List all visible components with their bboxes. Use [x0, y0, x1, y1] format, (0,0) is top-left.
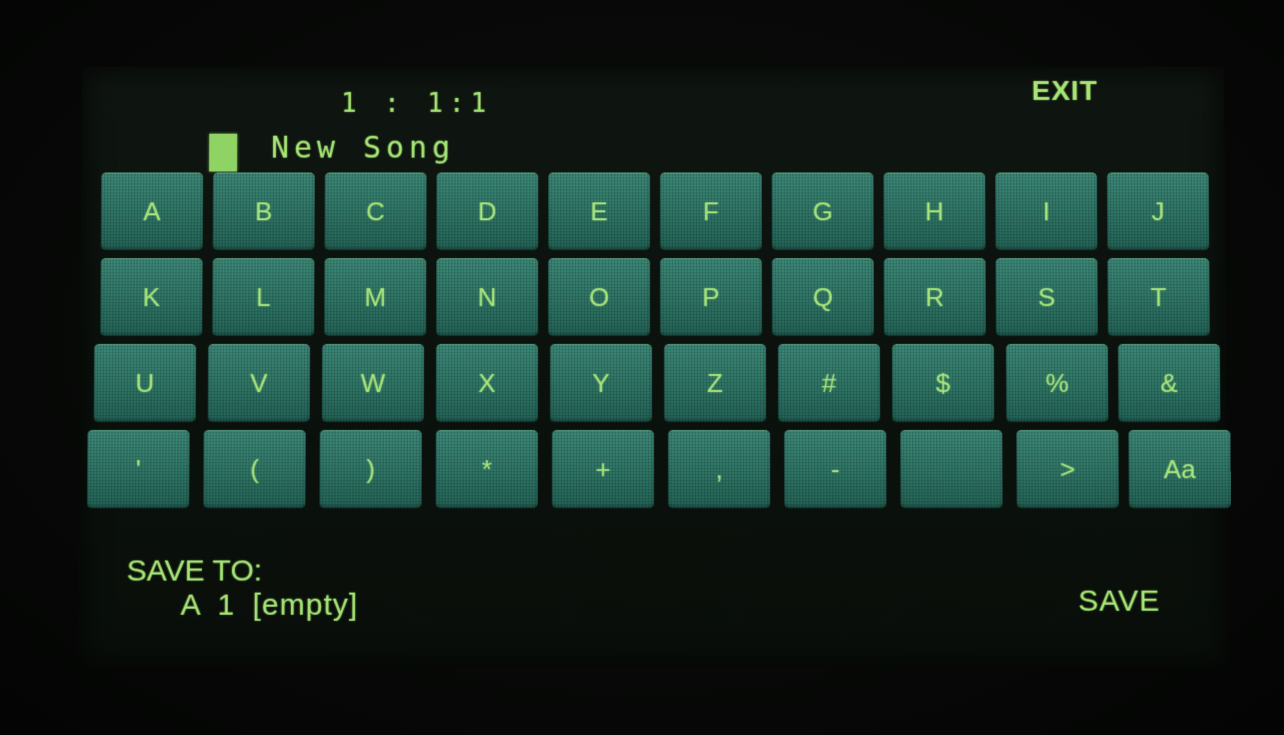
key-a[interactable]: A [101, 172, 203, 250]
keyboard-row-3: U V W X Y Z # $ % & [100, 344, 1211, 422]
key-greater-than[interactable]: > [1016, 430, 1119, 508]
key-hash[interactable]: # [778, 344, 880, 422]
key-l[interactable]: L [212, 258, 314, 336]
on-screen-keyboard: A B C D E F G H I J K L M N O P Q R S T … [99, 172, 1211, 512]
text-cursor [209, 134, 237, 172]
key-j[interactable]: J [1107, 172, 1209, 250]
key-r[interactable]: R [884, 258, 986, 336]
key-plus[interactable]: + [552, 430, 654, 508]
key-q[interactable]: Q [772, 258, 874, 336]
key-p[interactable]: P [660, 258, 762, 336]
key-y[interactable]: Y [550, 344, 652, 422]
exit-button[interactable]: EXIT [1032, 75, 1098, 107]
key-s[interactable]: S [996, 258, 1098, 336]
key-z[interactable]: Z [664, 344, 766, 422]
key-space[interactable] [900, 430, 1002, 508]
key-v[interactable]: V [208, 344, 310, 422]
key-w[interactable]: W [322, 344, 424, 422]
key-percent[interactable]: % [1006, 344, 1108, 422]
key-d[interactable]: D [436, 172, 538, 250]
song-position-readout: 1 : 1:1 [341, 89, 492, 119]
save-to-label: SAVE TO: [127, 554, 263, 588]
key-k[interactable]: K [100, 258, 202, 336]
key-open-paren[interactable]: ( [203, 430, 306, 508]
key-case-toggle[interactable]: Aa [1128, 430, 1231, 508]
key-x[interactable]: X [436, 344, 538, 422]
key-n[interactable]: N [436, 258, 538, 336]
key-g[interactable]: G [772, 172, 874, 250]
key-h[interactable]: H [883, 172, 985, 250]
keyboard-row-4: ' ( ) * + , - > Aa [99, 430, 1211, 508]
device-bezel: 1 : 1:1 EXIT New Song A B C D E F G H I … [0, 0, 1284, 735]
key-asterisk[interactable]: * [436, 430, 538, 508]
key-m[interactable]: M [324, 258, 426, 336]
key-minus[interactable]: - [784, 430, 886, 508]
song-name-field[interactable]: New Song [271, 131, 455, 166]
keyboard-row-1: A B C D E F G H I J [101, 172, 1209, 250]
key-o[interactable]: O [548, 258, 650, 336]
display-screen: 1 : 1:1 EXIT New Song A B C D E F G H I … [78, 67, 1228, 667]
key-t[interactable]: T [1107, 258, 1209, 336]
key-comma[interactable]: , [668, 430, 770, 508]
key-e[interactable]: E [548, 172, 650, 250]
key-close-paren[interactable]: ) [319, 430, 421, 508]
keyboard-row-2: K L M N O P Q R S T [100, 258, 1210, 336]
key-f[interactable]: F [660, 172, 762, 250]
save-to-slot[interactable]: A 1 [empty] [180, 589, 358, 623]
key-dollar[interactable]: $ [892, 344, 994, 422]
save-button[interactable]: SAVE [1078, 585, 1160, 619]
key-i[interactable]: I [995, 172, 1097, 250]
key-c[interactable]: C [324, 172, 426, 250]
key-u[interactable]: U [94, 344, 197, 422]
key-ampersand[interactable]: & [1118, 344, 1221, 422]
key-b[interactable]: B [213, 172, 315, 250]
key-apostrophe[interactable]: ' [87, 430, 190, 508]
